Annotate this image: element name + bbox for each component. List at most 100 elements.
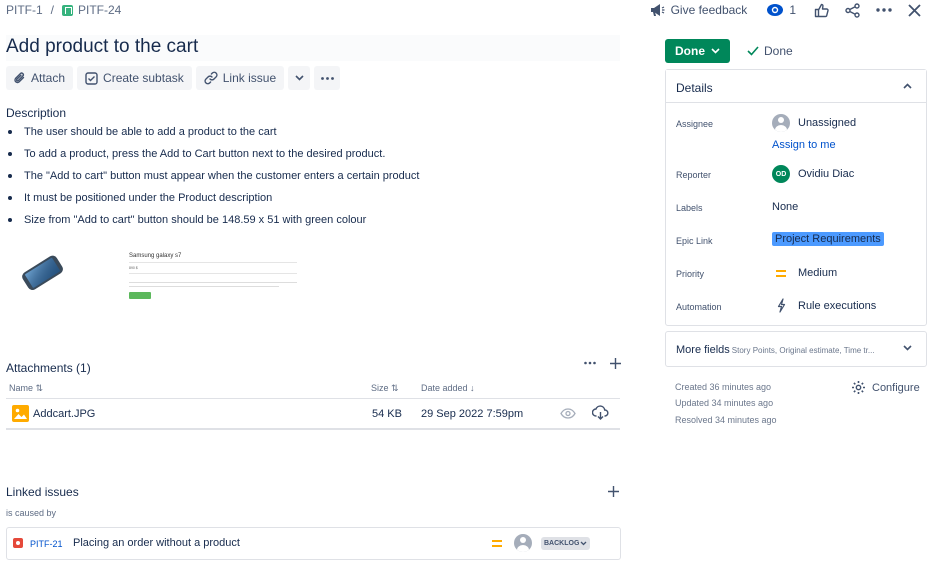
paperclip-icon: [14, 71, 26, 85]
attachment-row[interactable]: [6, 398, 620, 430]
megaphone-icon: [649, 3, 665, 17]
more-fields-title: More fields: [676, 344, 730, 356]
breadcrumb: PITF-1 / PITF-24: [6, 3, 121, 17]
issue-title[interactable]: Add product to the cart: [6, 35, 620, 61]
phone-image: [16, 251, 68, 293]
image-add-to-cart-button: [129, 292, 151, 299]
assignee-value: Unassigned: [798, 117, 857, 129]
image-divider: [129, 273, 297, 274]
create-subtask-button[interactable]: Create subtask: [77, 66, 192, 90]
column-date-header[interactable]: Date added ↓: [421, 383, 475, 393]
column-name-header[interactable]: Name ⇅: [9, 383, 43, 394]
chevron-down-icon: [295, 75, 304, 81]
status-badge[interactable]: BACKLOG: [541, 537, 591, 550]
add-icon[interactable]: [610, 358, 621, 369]
assignee-field[interactable]: Unassigned: [772, 114, 856, 132]
thumbs-up-icon[interactable]: [814, 3, 829, 18]
close-icon[interactable]: [908, 3, 921, 17]
priority-value: Medium: [798, 267, 838, 279]
status-transition-button[interactable]: Done: [665, 39, 730, 63]
description-item: Size from "Add to cart" button should be…: [7, 213, 419, 235]
labels-field[interactable]: None: [772, 201, 798, 213]
breadcrumb-current[interactable]: PITF-24: [78, 3, 121, 17]
epic-link-label: Epic Link: [676, 236, 713, 246]
description-list[interactable]: The user should be able to add a product…: [7, 125, 419, 235]
attachments-actions: [584, 358, 621, 369]
image-product-price: 890 $: [129, 266, 138, 270]
description-item: It must be positioned under the Product …: [7, 191, 419, 213]
assignee-label: Assignee: [676, 119, 714, 129]
description-label: Description: [6, 106, 67, 120]
reporter-value: Ovidiu Diac: [798, 168, 855, 180]
link-issue-dropdown[interactable]: [288, 66, 311, 90]
bug-icon: [13, 538, 23, 548]
epic-link-field[interactable]: Project Requirements: [772, 232, 884, 246]
breadcrumb-parent[interactable]: PITF-1: [6, 3, 43, 17]
more-actions-icon[interactable]: [876, 8, 892, 12]
linked-issue-key[interactable]: PITF-21: [30, 539, 63, 549]
labels-value: None: [772, 201, 799, 213]
image-text-line: [129, 282, 297, 283]
reporter-field[interactable]: OD Ovidiu Diac: [772, 165, 854, 183]
chevron-down-icon: [711, 48, 720, 54]
issue-toolbar: Attach Create subtask Link issue: [6, 66, 341, 90]
automation-field[interactable]: Rule executions: [772, 298, 876, 313]
description-item: The "Add to cart" button must appear whe…: [7, 169, 419, 191]
image-file-icon: [12, 405, 29, 422]
link-issue-button[interactable]: Link issue: [195, 66, 285, 90]
details-title: Details: [676, 81, 713, 95]
chevron-down-icon[interactable]: [903, 345, 912, 351]
issue-header-actions: Give feedback 1: [649, 1, 921, 19]
link-icon: [204, 71, 218, 85]
priority-field[interactable]: Medium: [772, 267, 837, 279]
linked-issues-heading: Linked issues: [6, 485, 79, 499]
status-badge-label: BACKLOG: [544, 540, 580, 547]
image-product-info: Samsung galaxy s7 890 $: [129, 253, 297, 290]
add-link-icon[interactable]: [608, 486, 619, 497]
watch-button[interactable]: 1: [767, 3, 796, 17]
attachments-heading: Attachments (1): [6, 361, 91, 375]
more-fields-label: More fields Story Points, Original estima…: [676, 344, 875, 356]
give-feedback-label: Give feedback: [670, 3, 748, 17]
attachment-name[interactable]: Addcart.JPG: [33, 408, 95, 420]
created-timestamp: Created 36 minutes ago: [675, 382, 772, 392]
priority-medium-icon: [776, 269, 786, 277]
details-panel: [665, 69, 927, 326]
status-button-label: Done: [675, 44, 705, 58]
configure-button[interactable]: Configure: [851, 380, 920, 395]
attachment-size: 54 KB: [372, 408, 402, 420]
resolution-label: Done: [764, 44, 793, 58]
download-icon[interactable]: [592, 405, 609, 420]
link-relation-label: is caused by: [6, 508, 57, 518]
image-divider: [129, 262, 297, 263]
avatar: OD: [772, 165, 790, 183]
resolution: Done: [747, 44, 793, 58]
watch-count: 1: [789, 3, 796, 17]
linked-issue-summary[interactable]: Placing an order without a product: [73, 537, 240, 549]
image-product-title: Samsung galaxy s7: [129, 253, 182, 259]
automation-label: Automation: [676, 302, 722, 312]
image-text-line: [129, 286, 279, 287]
assign-to-me-link[interactable]: Assign to me: [772, 139, 836, 151]
attach-button[interactable]: Attach: [6, 66, 74, 90]
description-item: The user should be able to add a product…: [7, 125, 419, 147]
story-icon: [62, 4, 74, 16]
preview-eye-icon[interactable]: [560, 408, 576, 419]
breadcrumb-separator: /: [50, 3, 55, 17]
priority-label: Priority: [676, 269, 705, 279]
more-toolbar-button[interactable]: [314, 66, 341, 90]
chevron-down-icon: [580, 541, 587, 546]
checkmark-icon: [747, 46, 759, 56]
more-icon[interactable]: [584, 358, 596, 369]
attachment-date: 29 Sep 2022 7:59pm: [421, 408, 524, 420]
link-issue-label: Link issue: [222, 71, 277, 85]
automation-value: Rule executions: [798, 299, 877, 312]
chevron-up-icon[interactable]: [903, 83, 912, 89]
column-name-label: Name: [9, 383, 34, 393]
column-size-header[interactable]: Size ⇅: [371, 383, 399, 394]
avatar: [772, 114, 790, 132]
give-feedback-button[interactable]: Give feedback: [649, 3, 748, 17]
more-icon: [320, 76, 334, 80]
create-subtask-label: Create subtask: [103, 71, 184, 85]
share-icon[interactable]: [845, 2, 860, 18]
